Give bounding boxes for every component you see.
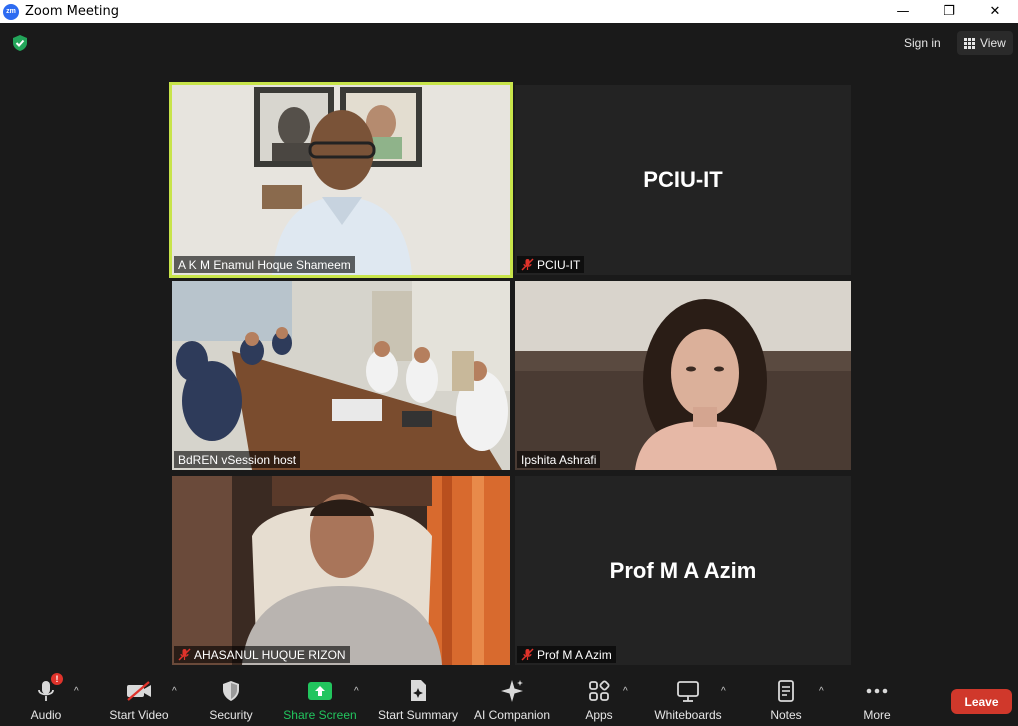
window-title: Zoom Meeting	[25, 4, 120, 19]
close-button[interactable]: ✕	[972, 0, 1018, 23]
start-summary-label: Start Summary	[377, 708, 458, 722]
ai-companion-label: AI Companion	[473, 708, 551, 722]
audio-warning-badge: !	[51, 673, 63, 685]
participant-name: A K M Enamul Hoque Shameem	[178, 257, 351, 272]
grid-icon	[964, 37, 975, 49]
ai-companion-button[interactable]: AI Companion	[472, 678, 552, 724]
meeting-controls-toolbar: ! Audio ^ Start Video ^ Security Share S…	[0, 672, 1018, 726]
zoom-app-icon: zm	[3, 3, 19, 20]
start-video-button[interactable]: Start Video	[106, 678, 172, 724]
sign-in-button[interactable]: Sign in	[896, 31, 949, 55]
participant-display-name: Prof M A Azim	[609, 557, 757, 583]
notes-label: Notes	[770, 708, 802, 722]
security-button[interactable]: Security	[206, 678, 256, 724]
participant-name-tag: BdREN vSession host	[174, 451, 301, 468]
minimize-button[interactable]: —	[880, 0, 926, 23]
share-screen-label: Share Screen	[283, 708, 357, 722]
video-tile-shameem[interactable]: A K M Enamul Hoque Shameem	[172, 85, 510, 275]
participant-name: AHASANUL HUQUE RIZON	[194, 647, 346, 662]
participant-name-tag: Prof M A Azim	[517, 646, 616, 663]
apps-icon	[589, 680, 610, 701]
security-shield-icon	[223, 681, 239, 701]
view-label: View	[980, 36, 1006, 50]
muted-mic-icon	[521, 648, 534, 661]
maximize-button[interactable]: ❐	[926, 0, 972, 23]
muted-mic-icon	[178, 648, 191, 661]
participant-name-tag: A K M Enamul Hoque Shameem	[174, 256, 355, 273]
participant-video	[515, 281, 851, 470]
notes-icon	[778, 680, 794, 702]
muted-mic-icon	[521, 258, 534, 271]
video-tile-ipshita[interactable]: Ipshita Ashrafi	[515, 281, 851, 470]
apps-button[interactable]: Apps	[582, 678, 616, 724]
audio-button[interactable]: ! Audio	[26, 673, 66, 724]
notes-button[interactable]: Notes	[766, 678, 806, 724]
participant-video	[172, 281, 510, 470]
audio-label: Audio	[30, 708, 62, 722]
whiteboards-label: Whiteboards	[654, 708, 722, 722]
whiteboards-options-caret[interactable]: ^	[721, 686, 726, 697]
video-off-icon	[127, 681, 151, 701]
view-button[interactable]: View	[957, 31, 1013, 55]
more-button[interactable]: More	[858, 678, 896, 724]
apps-label: Apps	[585, 708, 613, 722]
whiteboard-icon	[677, 681, 699, 702]
video-tile-bdren-host[interactable]: BdREN vSession host	[172, 281, 510, 470]
meeting-top-bar: Sign in View	[0, 23, 1018, 63]
video-tile-pciu-it[interactable]: PCIU-IT PCIU-IT	[515, 85, 851, 275]
participant-video	[172, 85, 510, 275]
apps-options-caret[interactable]: ^	[623, 686, 628, 697]
security-label: Security	[209, 708, 253, 722]
share-options-caret[interactable]: ^	[354, 686, 359, 697]
leave-meeting-button[interactable]: Leave	[951, 689, 1012, 714]
participant-name-tag: AHASANUL HUQUE RIZON	[174, 646, 350, 663]
more-dots-icon	[866, 688, 888, 694]
participant-name: Prof M A Azim	[537, 647, 612, 662]
video-options-caret[interactable]: ^	[172, 686, 177, 697]
participant-name: Ipshita Ashrafi	[521, 452, 597, 467]
participant-name: PCIU-IT	[537, 257, 581, 272]
video-tile-prof-azim[interactable]: Prof M A Azim Prof M A Azim	[515, 476, 851, 665]
participant-name-tag: Ipshita Ashrafi	[517, 451, 601, 468]
video-tile-rizon[interactable]: AHASANUL HUQUE RIZON	[172, 476, 510, 665]
share-screen-button[interactable]: Share Screen	[282, 678, 358, 724]
participant-video	[172, 476, 510, 665]
whiteboards-button[interactable]: Whiteboards	[652, 678, 724, 724]
encryption-shield-icon[interactable]	[11, 34, 29, 52]
participant-name: BdREN vSession host	[178, 452, 297, 467]
summary-document-icon	[411, 680, 426, 701]
audio-options-caret[interactable]: ^	[74, 686, 79, 697]
ai-sparkle-icon	[501, 680, 523, 702]
notes-options-caret[interactable]: ^	[819, 686, 824, 697]
start-video-label: Start Video	[109, 708, 169, 722]
more-label: More	[863, 708, 891, 722]
start-summary-button[interactable]: Start Summary	[376, 678, 460, 724]
window-title-bar: zm Zoom Meeting — ❐ ✕	[0, 0, 1018, 23]
share-screen-icon	[308, 682, 332, 700]
participant-name-tag: PCIU-IT	[517, 256, 585, 273]
participant-display-name: PCIU-IT	[643, 167, 723, 192]
